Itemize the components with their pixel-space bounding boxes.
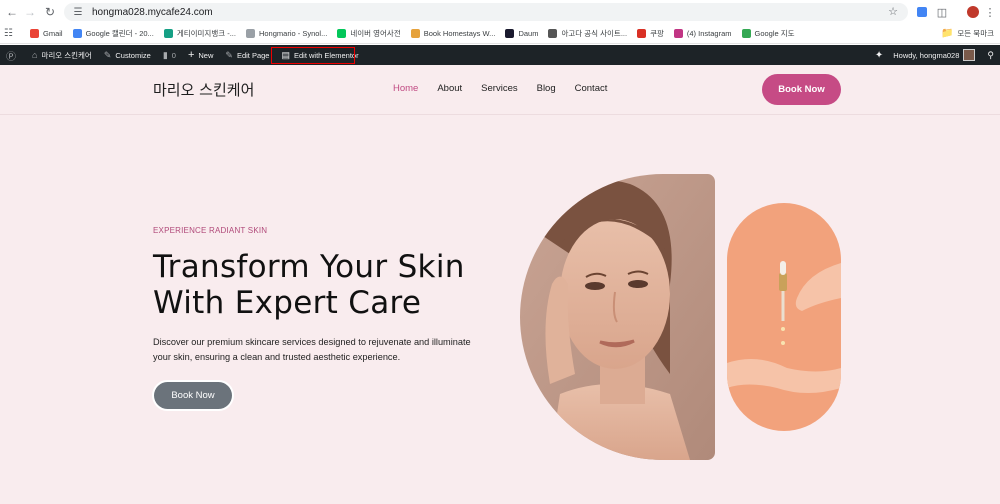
- menu-item-blog[interactable]: Blog: [537, 83, 556, 94]
- bookmark-item[interactable]: Google 캘린더 - 20...: [72, 28, 154, 39]
- home-icon: ⌂: [32, 50, 38, 60]
- edit-elementor-label: Edit with Elementor: [293, 50, 359, 60]
- plus-icon: +: [187, 49, 195, 61]
- bookmark-favicon-icon: [673, 29, 683, 38]
- bookmark-item[interactable]: Book Homestays W...: [410, 28, 496, 39]
- bookmark-label: Book Homestays W...: [423, 29, 496, 38]
- main-menu: Home About Services Blog Contact: [393, 83, 626, 94]
- ai-sparkle-button[interactable]: ✦: [869, 45, 887, 65]
- extensions-icon[interactable]: ◫: [934, 4, 950, 20]
- brush-icon: ✎: [103, 49, 112, 60]
- edit-page-button[interactable]: ✎ Edit Page: [219, 45, 275, 65]
- bookmark-label: (4) Instagram: [686, 29, 732, 38]
- hero-woman-image: [520, 174, 715, 460]
- bookmark-item[interactable]: 아고다 공식 사이트...: [548, 28, 627, 39]
- wp-logo-menu[interactable]: Ⓟ: [0, 45, 26, 65]
- bookmark-label: 게티이미지뱅크 -...: [176, 29, 236, 38]
- bookmark-label: Hongmario - Synol...: [258, 29, 328, 38]
- elementor-icon: ▤: [281, 49, 290, 60]
- translate-icon[interactable]: [914, 4, 930, 20]
- edit-page-label: Edit Page: [236, 50, 270, 60]
- hero-description: Discover our premium skincare services d…: [153, 337, 471, 362]
- customize-button[interactable]: ✎ Customize: [98, 45, 157, 65]
- bookmark-item[interactable]: (4) Instagram: [673, 28, 732, 39]
- hero-book-now-button[interactable]: Book Now: [154, 382, 232, 409]
- hero-headline: Transform Your Skin With Expert Care: [153, 249, 465, 321]
- bookmark-favicon-icon: [163, 29, 173, 38]
- hero-serum-image: [727, 203, 841, 431]
- bookmark-favicon-icon: [337, 29, 347, 38]
- hero-eyebrow: EXPERIENCE RADIANT SKIN: [153, 226, 268, 235]
- bookmark-favicon-icon: [548, 29, 558, 38]
- menu-item-contact[interactable]: Contact: [575, 83, 608, 94]
- forward-icon[interactable]: →: [20, 2, 40, 22]
- bookmark-item[interactable]: Daum: [505, 28, 538, 39]
- edit-with-elementor-button[interactable]: ▤ Edit with Elementor: [275, 45, 364, 65]
- browser-toolbar: ← → ↻ ☰ hongma028.mycafe24.com ☆ ◫ ⋮: [0, 0, 1000, 24]
- header-book-now-button[interactable]: Book Now: [762, 74, 841, 105]
- bookmark-favicon-icon: [637, 29, 647, 38]
- bookmark-favicon-icon: [505, 29, 515, 38]
- bookmark-favicon-icon: [72, 29, 82, 38]
- new-content-button[interactable]: + New: [182, 45, 219, 65]
- bookmark-favicon-icon: [741, 29, 751, 38]
- comment-icon: ▮: [162, 49, 168, 60]
- menu-item-home[interactable]: Home: [393, 83, 418, 94]
- howdy-label: Howdy, hongma028: [893, 50, 960, 60]
- bookmark-star-icon[interactable]: ☆: [888, 5, 898, 18]
- site-header: 마리오 스킨케어 Home About Services Blog Contact Bo…: [0, 65, 1000, 115]
- bookmark-favicon-icon: [410, 29, 420, 38]
- bookmark-item[interactable]: Hongmario - Synol...: [245, 28, 328, 39]
- new-label: New: [198, 50, 214, 60]
- bookmarks-bar: ☷ Gmail Google 캘린더 - 20... 게티이미지뱅크 -... Hon…: [0, 24, 1000, 44]
- customize-label: Customize: [115, 50, 151, 60]
- bookmark-item[interactable]: Google 지도: [741, 28, 795, 39]
- url-text: hongma028.mycafe24.com: [92, 6, 213, 18]
- site-settings-icon[interactable]: ☰: [70, 7, 86, 18]
- account-menu[interactable]: Howdy, hongma028: [887, 45, 981, 65]
- bookmark-label: Google 캘린더 - 20...: [85, 29, 154, 38]
- wordpress-icon: Ⓟ: [6, 51, 16, 63]
- all-bookmarks-label: 모든 북마크: [957, 29, 994, 38]
- bookmark-item[interactable]: 게티이미지뱅크 -...: [163, 28, 236, 39]
- menu-item-services[interactable]: Services: [481, 83, 517, 94]
- site-name-menu[interactable]: ⌂ 마리오 스킨케어: [26, 45, 98, 65]
- profile-avatar[interactable]: [965, 4, 981, 20]
- bookmark-label: Gmail: [43, 29, 63, 38]
- apps-icon[interactable]: ☷: [4, 28, 18, 39]
- comments-button[interactable]: ▮ 0: [157, 45, 182, 65]
- website-page: 마리오 스킨케어 Home About Services Blog Contact Bo…: [0, 65, 1000, 504]
- headline-line-1: Transform Your Skin: [153, 249, 465, 285]
- bookmark-label: 쿠팡: [650, 29, 664, 38]
- search-icon: ⚲: [987, 49, 994, 60]
- bookmark-item[interactable]: Gmail: [30, 28, 63, 39]
- folder-icon: 📁: [940, 28, 954, 39]
- reload-icon[interactable]: ↻: [40, 2, 60, 22]
- bookmark-favicon-icon: [245, 29, 255, 38]
- back-icon[interactable]: ←: [2, 2, 22, 22]
- address-bar[interactable]: ☰ hongma028.mycafe24.com ☆: [64, 3, 908, 21]
- headline-line-2: With Expert Care: [153, 285, 422, 321]
- comments-count: 0: [171, 50, 176, 60]
- menu-item-about[interactable]: About: [437, 83, 462, 94]
- site-name-label: 마리오 스킨케어: [41, 50, 92, 60]
- sparkle-icon: ✦: [874, 49, 884, 61]
- admin-search-button[interactable]: ⚲: [981, 45, 1000, 65]
- bookmark-label: Daum: [518, 29, 539, 38]
- pencil-icon: ✎: [225, 49, 233, 60]
- bookmark-item[interactable]: 쿠팡: [637, 28, 664, 39]
- bookmark-item[interactable]: 네이버 영어사전: [337, 28, 401, 39]
- user-avatar: [963, 49, 976, 61]
- bookmark-label: 아고다 공식 사이트...: [561, 29, 628, 38]
- chrome-menu-icon[interactable]: ⋮: [982, 4, 998, 20]
- site-logo[interactable]: 마리오 스킨케어: [153, 79, 254, 100]
- wp-admin-bar: Ⓟ ⌂ 마리오 스킨케어 ✎ Customize ▮ 0 + New ✎ Edit Pag…: [0, 45, 1000, 65]
- bookmark-label: Google 지도: [754, 29, 795, 38]
- bookmark-label: 네이버 영어사전: [350, 29, 401, 38]
- bookmark-favicon-icon: [30, 29, 39, 38]
- all-bookmarks-folder[interactable]: 📁 모든 북마크: [941, 28, 994, 39]
